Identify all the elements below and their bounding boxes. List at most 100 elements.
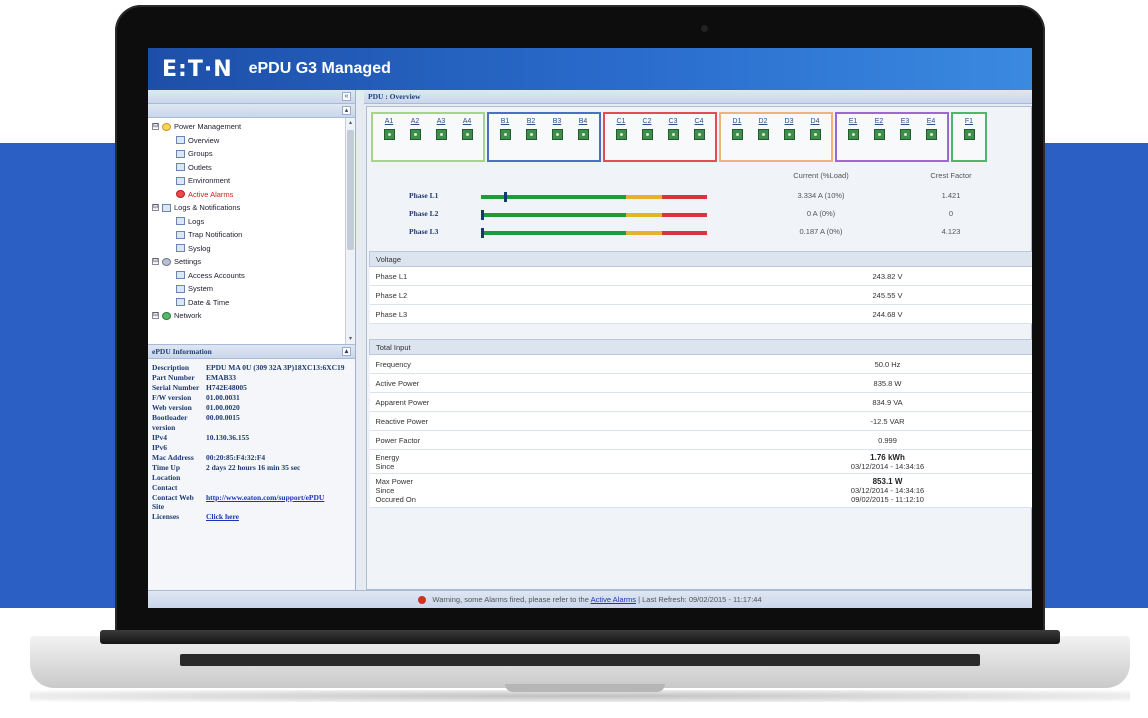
outlet-label[interactable]: D4: [811, 118, 820, 125]
outlet-c4[interactable]: C4: [686, 118, 712, 156]
outlet-socket-icon[interactable]: [847, 129, 859, 140]
outlet-socket-icon[interactable]: [963, 129, 975, 140]
tree-scrollbar[interactable]: ▴ ▾: [345, 118, 355, 344]
outlet-f1[interactable]: F1: [956, 118, 982, 156]
info-link[interactable]: http://www.eaton.com/support/ePDU: [206, 493, 324, 512]
outlet-b4[interactable]: B4: [570, 118, 596, 156]
info-link[interactable]: Click here: [206, 512, 239, 522]
outlet-label[interactable]: D3: [785, 118, 794, 125]
outlet-socket-icon[interactable]: [757, 129, 769, 140]
tree-item-active-alarms[interactable]: Active Alarms: [152, 188, 355, 202]
tree-expander-icon[interactable]: ⊟: [152, 258, 159, 266]
outlet-socket-icon[interactable]: [615, 129, 627, 140]
tree-item-environment[interactable]: Environment: [152, 174, 355, 188]
outlet-label[interactable]: C1: [617, 118, 626, 125]
outlet-e1[interactable]: E1: [840, 118, 866, 156]
tree-expander-icon[interactable]: ⊟: [152, 312, 159, 320]
outlet-c3[interactable]: C3: [660, 118, 686, 156]
outlet-socket-icon[interactable]: [409, 129, 421, 140]
outlet-socket-icon[interactable]: [525, 129, 537, 140]
outlet-label[interactable]: A4: [463, 118, 472, 125]
tree-expander-icon[interactable]: ⊟: [152, 123, 159, 131]
outlet-socket-icon[interactable]: [873, 129, 885, 140]
outlet-d2[interactable]: D2: [750, 118, 776, 156]
tree-collapse-button[interactable]: ▴: [342, 106, 351, 115]
outlet-a3[interactable]: A3: [428, 118, 454, 156]
tree-item-overview[interactable]: Overview: [152, 134, 355, 148]
outlet-socket-icon[interactable]: [461, 129, 473, 140]
outlet-socket-icon[interactable]: [499, 129, 511, 140]
tree-item-power-management[interactable]: ⊟ Power Management: [152, 120, 355, 134]
outlet-label[interactable]: D1: [733, 118, 742, 125]
table-row: Reactive Power -12.5 VAR: [369, 411, 1032, 431]
outlet-label[interactable]: B2: [527, 118, 536, 125]
tree-item-groups[interactable]: Groups: [152, 147, 355, 161]
voltage-value: 243.82 V: [742, 266, 1032, 286]
outlet-socket-icon[interactable]: [925, 129, 937, 140]
tree-item-syslog[interactable]: Syslog: [152, 242, 355, 256]
collapse-sidebar-button[interactable]: «: [342, 92, 351, 101]
outlet-label[interactable]: B3: [553, 118, 562, 125]
outlet-label[interactable]: B4: [579, 118, 588, 125]
scroll-up-arrow-icon[interactable]: ▴: [347, 119, 354, 127]
outlet-socket-icon[interactable]: [899, 129, 911, 140]
outlet-b1[interactable]: B1: [492, 118, 518, 156]
outlet-label[interactable]: A3: [437, 118, 446, 125]
tree-item-settings[interactable]: ⊟ Settings: [152, 255, 355, 269]
outlet-socket-icon[interactable]: [435, 129, 447, 140]
outlet-a4[interactable]: A4: [454, 118, 480, 156]
outlet-label[interactable]: E3: [901, 118, 910, 125]
outlet-label[interactable]: B1: [501, 118, 510, 125]
active-alarms-link[interactable]: Active Alarms: [591, 595, 636, 604]
outlet-b3[interactable]: B3: [544, 118, 570, 156]
tree-expander-icon[interactable]: ⊟: [152, 204, 159, 212]
outlet-label[interactable]: D2: [759, 118, 768, 125]
outlet-label[interactable]: F1: [965, 118, 973, 125]
scroll-down-arrow-icon[interactable]: ▾: [347, 335, 354, 343]
outlet-a1[interactable]: A1: [376, 118, 402, 156]
outlet-label[interactable]: A1: [385, 118, 394, 125]
tree-item-system[interactable]: System: [152, 282, 355, 296]
reactive-power-label: Reactive Power: [369, 411, 743, 431]
outlet-socket-icon[interactable]: [731, 129, 743, 140]
outlet-socket-icon[interactable]: [641, 129, 653, 140]
outlet-socket-icon[interactable]: [383, 129, 395, 140]
tree-item-trap-notification[interactable]: Trap Notification: [152, 228, 355, 242]
info-panel-collapse-button[interactable]: ▴: [342, 347, 351, 356]
outlet-b2[interactable]: B2: [518, 118, 544, 156]
outlet-c1[interactable]: C1: [608, 118, 634, 156]
outlet-socket-icon[interactable]: [667, 129, 679, 140]
outlet-e3[interactable]: E3: [892, 118, 918, 156]
outlet-label[interactable]: E4: [927, 118, 936, 125]
outlet-label[interactable]: C3: [669, 118, 678, 125]
outlet-socket-icon[interactable]: [551, 129, 563, 140]
outlet-d4[interactable]: D4: [802, 118, 828, 156]
tree-item-logs-notifications[interactable]: ⊟ Logs & Notifications: [152, 201, 355, 215]
outlet-c2[interactable]: C2: [634, 118, 660, 156]
outlet-label[interactable]: E2: [875, 118, 884, 125]
tree-item-access-accounts[interactable]: Access Accounts: [152, 269, 355, 283]
scroll-thumb[interactable]: [347, 130, 354, 250]
info-value: 10.130.36.155: [206, 432, 250, 442]
outlet-label[interactable]: E1: [849, 118, 858, 125]
tree-item-outlets[interactable]: Outlets: [152, 161, 355, 175]
outlet-strip: A1 A2 A3 A4 B1 B2 B3 B4 C1 C2 C3 C4 D1 D2 D3 D4 E1 E2 E3 E4…: [371, 112, 989, 162]
tree-item-logs[interactable]: Logs: [152, 215, 355, 229]
outlet-socket-icon[interactable]: [783, 129, 795, 140]
outlet-socket-icon[interactable]: [693, 129, 705, 140]
tree-item-network[interactable]: ⊟ Network: [152, 309, 355, 323]
outlet-d1[interactable]: D1: [724, 118, 750, 156]
outlet-socket-icon[interactable]: [577, 129, 589, 140]
outlet-a2[interactable]: A2: [402, 118, 428, 156]
tree-item-date-time[interactable]: Date & Time: [152, 296, 355, 310]
outlet-d3[interactable]: D3: [776, 118, 802, 156]
outlet-label[interactable]: C4: [695, 118, 704, 125]
energy-value: 1.76 kWh: [870, 452, 905, 462]
outlet-socket-icon[interactable]: [809, 129, 821, 140]
outlet-e4[interactable]: E4: [918, 118, 944, 156]
outlet-label[interactable]: C2: [643, 118, 652, 125]
tree-item-label: Logs & Notifications: [174, 203, 241, 212]
tree-item-label: Trap Notification: [188, 230, 243, 239]
outlet-e2[interactable]: E2: [866, 118, 892, 156]
outlet-label[interactable]: A2: [411, 118, 420, 125]
